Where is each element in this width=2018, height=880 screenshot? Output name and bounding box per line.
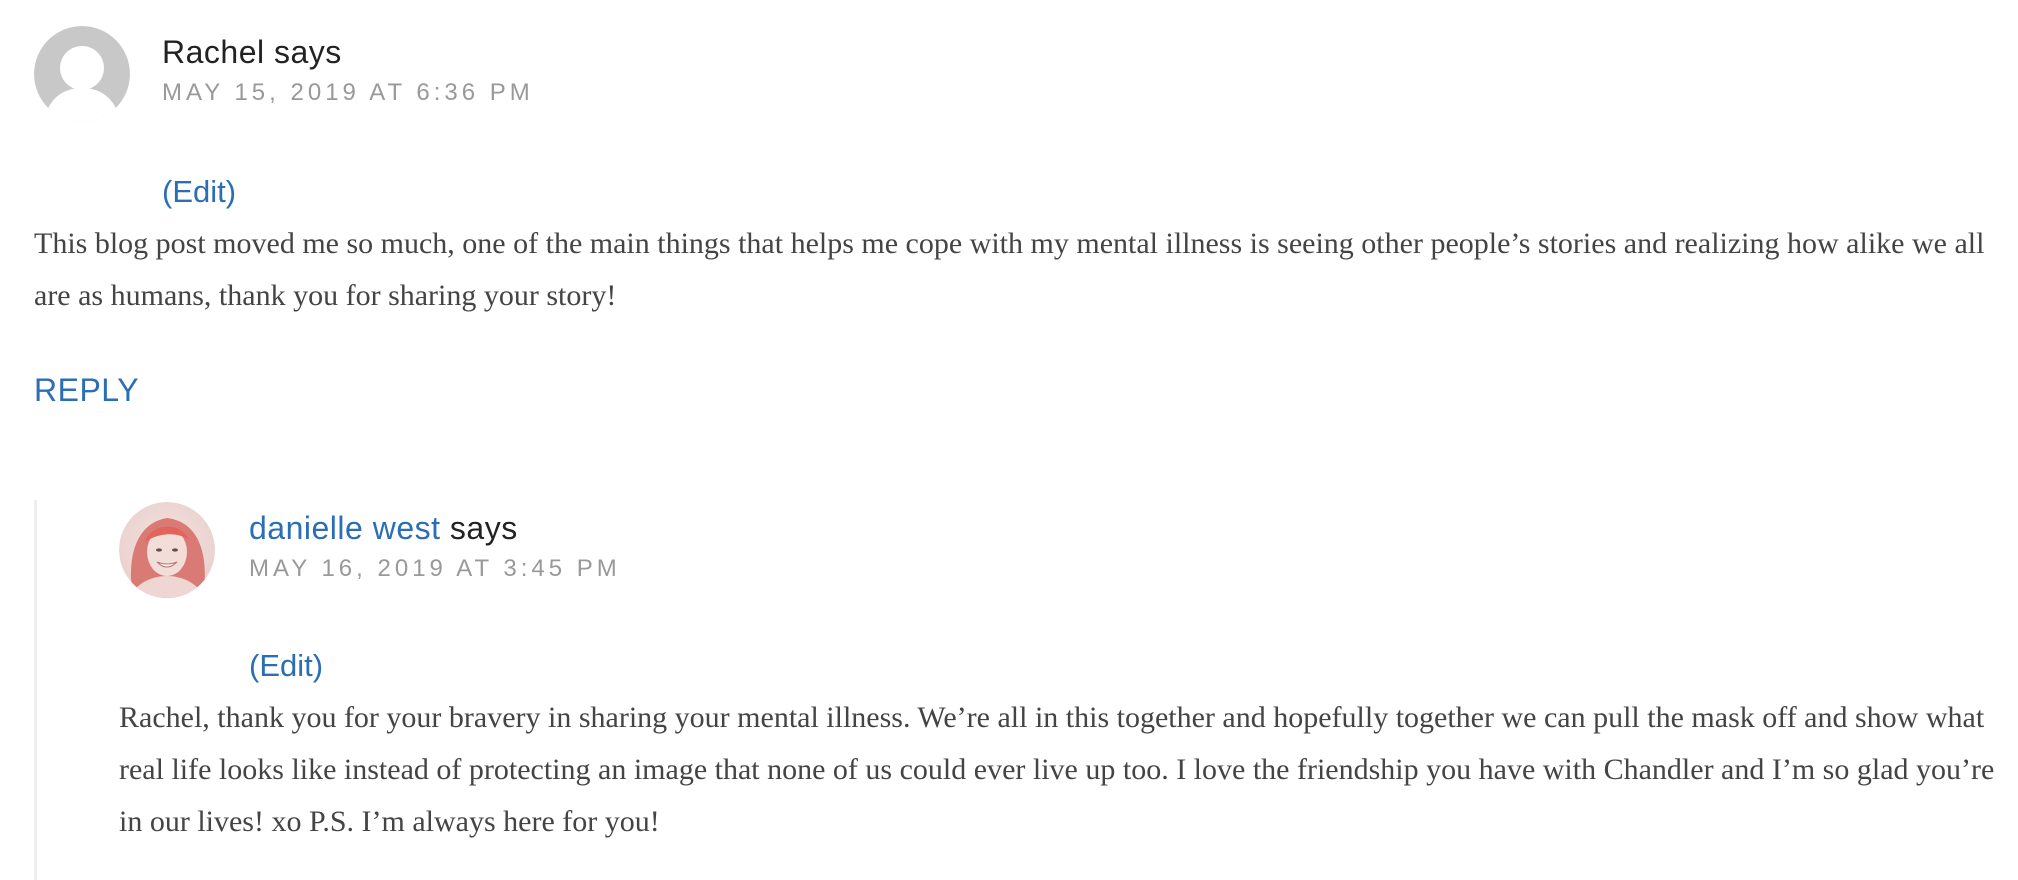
edit-link[interactable]: (Edit) [162, 172, 236, 212]
comment-danielle-west: danielle west says MAY 16, 2019 AT 3:45 … [34, 500, 1997, 880]
comment-author: danielle west says [249, 508, 621, 548]
comment-text: Rachel, thank you for your bravery in sh… [119, 701, 1995, 838]
comment-text: This blog post moved me so much, one of … [34, 227, 1985, 312]
author-name-link[interactable]: danielle west [249, 510, 441, 546]
comment-date[interactable]: MAY 16, 2019 AT 3:45 PM [249, 552, 621, 586]
comment-author: Rachel says [162, 32, 534, 72]
default-user-avatar-icon [34, 26, 130, 122]
comment-meta: Rachel says MAY 15, 2019 AT 6:36 PM [162, 32, 534, 110]
says-label: says [274, 34, 342, 70]
edit-link[interactable]: (Edit) [249, 646, 323, 686]
reply-link[interactable]: REPLY [34, 372, 139, 409]
comment-meta: danielle west says MAY 16, 2019 AT 3:45 … [249, 508, 621, 586]
profile-photo-avatar [119, 502, 215, 598]
author-name: Rachel [162, 34, 265, 70]
says-label: says [449, 510, 518, 546]
comment-date[interactable]: MAY 15, 2019 AT 6:36 PM [162, 76, 534, 110]
